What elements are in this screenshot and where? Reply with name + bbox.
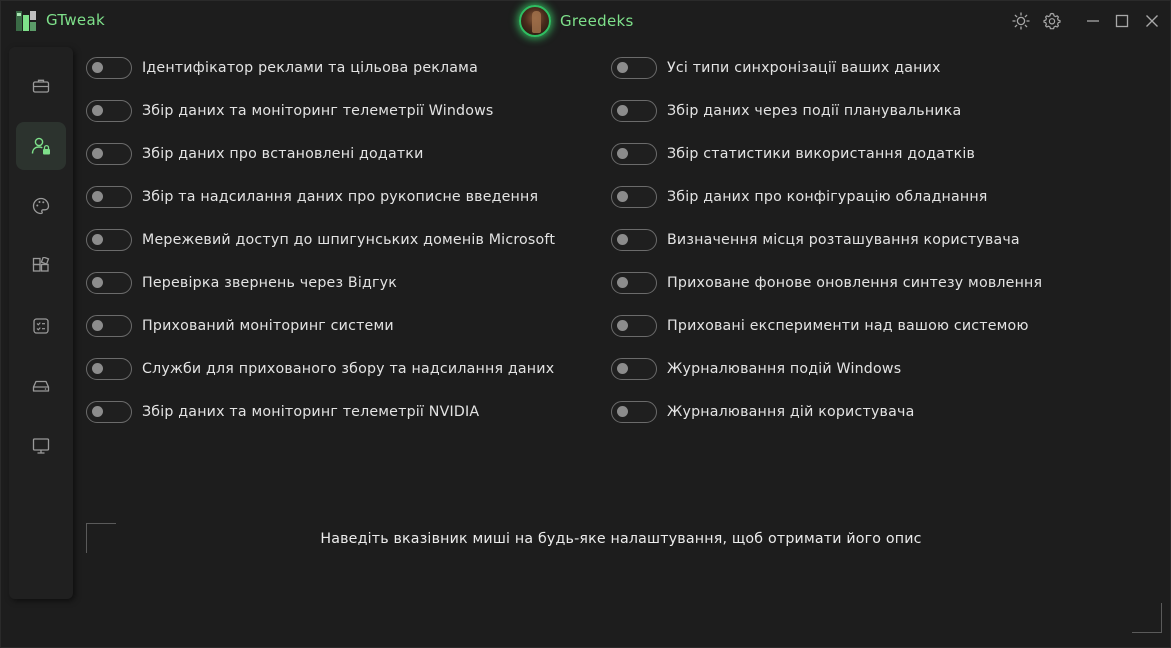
toggle-row[interactable]: Журналювання дій користувача <box>611 400 914 424</box>
sidebar-item-system[interactable] <box>16 362 66 410</box>
toggle-label: Журналювання подій Windows <box>667 361 902 377</box>
toggle-switch[interactable] <box>611 57 657 79</box>
toggle-row[interactable]: Збір статистики використання додатків <box>611 142 975 166</box>
toggle-row[interactable]: Прихований моніторинг системи <box>86 314 394 338</box>
gear-icon <box>1043 12 1061 30</box>
close-button[interactable] <box>1142 11 1162 31</box>
toggle-switch[interactable] <box>86 315 132 337</box>
palette-icon <box>32 197 50 215</box>
toggle-row[interactable]: Мережевий доступ до шпигунських доменів … <box>86 228 555 252</box>
toggle-row[interactable]: Ідентифікатор реклами та цільова реклама <box>86 56 478 80</box>
toggle-switch[interactable] <box>86 100 132 122</box>
toggle-row[interactable]: Збір та надсилання даних про рукописне в… <box>86 185 538 209</box>
toggle-switch[interactable] <box>86 401 132 423</box>
toggle-label: Приховані експерименти над вашою системо… <box>667 318 1029 334</box>
toggle-switch[interactable] <box>86 143 132 165</box>
theme-toggle-button[interactable] <box>1011 11 1031 31</box>
toggle-row[interactable]: Збір даних через події планувальника <box>611 99 961 123</box>
toggle-label: Збір даних та моніторинг телеметрії Wind… <box>142 103 494 119</box>
briefcase-icon <box>32 79 50 93</box>
description-text: Наведіть вказівник миші на будь-яке нала… <box>320 531 922 547</box>
app-logo-icon <box>16 11 36 31</box>
sidebar-item-interface[interactable] <box>16 182 66 230</box>
toggle-switch[interactable] <box>611 143 657 165</box>
toggle-switch[interactable] <box>611 358 657 380</box>
toggle-row[interactable]: Служби для прихованого збору та надсилан… <box>86 357 554 381</box>
toggle-switch[interactable] <box>86 272 132 294</box>
toggle-label: Прихований моніторинг системи <box>142 318 394 334</box>
toggle-label: Збір даних про встановлені додатки <box>142 146 424 162</box>
user-lock-icon <box>31 137 50 155</box>
toggle-row[interactable]: Збір даних про конфігурацію обладнання <box>611 185 988 209</box>
sun-icon <box>1012 12 1030 30</box>
toggle-switch[interactable] <box>611 229 657 251</box>
toggle-row[interactable]: Приховане фонове оновлення синтезу мовле… <box>611 271 1042 295</box>
sidebar-item-applications[interactable] <box>16 242 66 290</box>
toggle-switch[interactable] <box>611 315 657 337</box>
sidebar-item-confidentiality[interactable] <box>16 122 66 170</box>
toggle-label: Журналювання дій користувача <box>667 404 915 420</box>
toggle-label: Збір даних через події планувальника <box>667 103 962 119</box>
toggle-label: Служби для прихованого збору та надсилан… <box>142 361 555 377</box>
toggle-row[interactable]: Збір даних та моніторинг телеметрії Wind… <box>86 99 494 123</box>
toggle-label: Мережевий доступ до шпигунських доменів … <box>142 232 556 248</box>
title-bar[interactable]: GTweak Greedeks <box>1 1 1171 43</box>
app-title: GTweak <box>46 11 105 29</box>
toggle-label: Перевірка звернень через Відгук <box>142 275 398 291</box>
monitor-icon <box>32 438 50 454</box>
toggle-label: Визначення місця розташування користувач… <box>667 232 1020 248</box>
app-window: GTweak Greedeks Ідентифікатор реклами та… <box>0 0 1171 648</box>
avatar[interactable] <box>519 5 551 37</box>
sidebar <box>9 47 73 599</box>
minimize-button[interactable] <box>1083 11 1103 31</box>
toggle-switch[interactable] <box>611 401 657 423</box>
profile[interactable]: Greedeks <box>519 5 634 37</box>
toggle-label: Збір даних про конфігурацію обладнання <box>667 189 988 205</box>
sidebar-item-general[interactable] <box>16 62 66 110</box>
description-frame-corner <box>1132 603 1162 633</box>
toggle-switch[interactable] <box>86 229 132 251</box>
minimize-icon <box>1087 20 1099 22</box>
toggle-switch[interactable] <box>86 57 132 79</box>
toggle-switch[interactable] <box>86 186 132 208</box>
sidebar-item-information[interactable] <box>16 422 66 470</box>
toggle-switch[interactable] <box>86 358 132 380</box>
close-icon <box>1146 15 1158 27</box>
toggle-switch[interactable] <box>611 100 657 122</box>
toggle-label: Збір статистики використання додатків <box>667 146 976 162</box>
maximize-button[interactable] <box>1112 11 1132 31</box>
profile-name: Greedeks <box>560 12 634 30</box>
checklist-icon <box>33 318 49 334</box>
toggle-row[interactable]: Усі типи синхронізації ваших даних <box>611 56 941 80</box>
toggle-switch[interactable] <box>611 272 657 294</box>
toggle-label: Збір та надсилання даних про рукописне в… <box>142 189 539 205</box>
toggle-row[interactable]: Визначення місця розташування користувач… <box>611 228 1020 252</box>
settings-button[interactable] <box>1042 11 1062 31</box>
toggle-row[interactable]: Збір даних про встановлені додатки <box>86 142 424 166</box>
toggle-switch[interactable] <box>611 186 657 208</box>
toggle-row[interactable]: Збір даних та моніторинг телеметрії NVID… <box>86 400 479 424</box>
toggle-label: Збір даних та моніторинг телеметрії NVID… <box>142 404 480 420</box>
toggle-label: Усі типи синхронізації ваших даних <box>667 60 941 76</box>
toggle-row[interactable]: Журналювання подій Windows <box>611 357 901 381</box>
drive-icon <box>32 380 50 392</box>
toggle-label: Ідентифікатор реклами та цільова реклама <box>142 60 478 76</box>
sidebar-item-services[interactable] <box>16 302 66 350</box>
description-frame-corner <box>86 523 116 553</box>
toggle-label: Приховане фонове оновлення синтезу мовле… <box>667 275 1043 291</box>
toggle-row[interactable]: Перевірка звернень через Відгук <box>86 271 397 295</box>
toggle-row[interactable]: Приховані експерименти над вашою системо… <box>611 314 1029 338</box>
maximize-icon <box>1115 14 1129 28</box>
apps-grid-icon <box>32 257 50 272</box>
